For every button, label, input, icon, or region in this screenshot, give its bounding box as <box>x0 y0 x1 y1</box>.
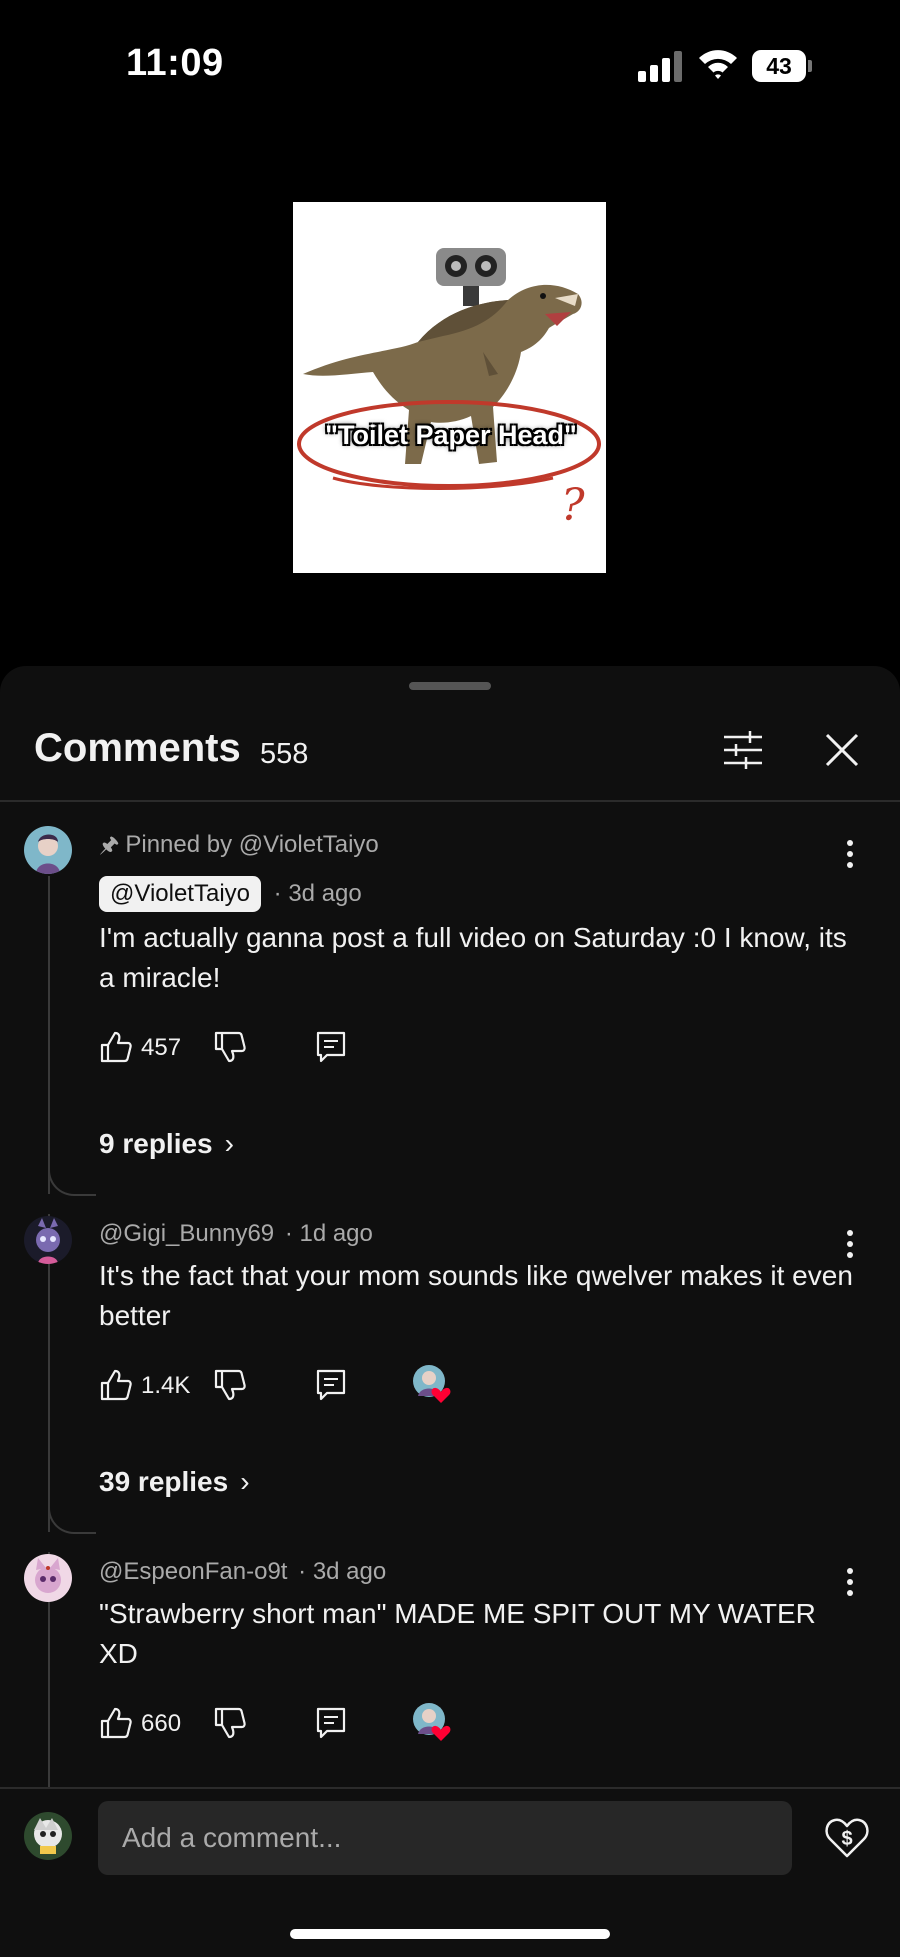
comments-sheet: Comments 558 🖈︎ Pinned by @VioletTaiyo @V… <box>0 666 900 1957</box>
author-handle[interactable]: @VioletTaiyo <box>99 876 261 912</box>
cellular-signal-icon <box>638 50 684 82</box>
author-handle[interactable]: @Gigi_Bunny69 <box>99 1220 274 1247</box>
comment-time: · 3d ago <box>273 880 362 907</box>
view-replies-button[interactable]: 39 replies › <box>99 1466 250 1498</box>
drag-handle[interactable] <box>409 682 491 690</box>
battery-icon: 43 <box>752 50 812 82</box>
thread-curve <box>48 1166 96 1196</box>
like-icon[interactable] <box>99 1030 133 1064</box>
comment-input[interactable] <box>98 1801 792 1875</box>
thread-line <box>48 876 50 1194</box>
header-divider <box>0 800 900 802</box>
comment-time: · 1d ago <box>284 1220 373 1247</box>
creator-heart-icon <box>413 1703 451 1741</box>
like-count: 457 <box>141 1034 182 1061</box>
reply-icon[interactable] <box>315 1368 347 1402</box>
author-handle[interactable]: @EspeonFan-o9t <box>99 1558 287 1585</box>
avatar[interactable] <box>24 826 72 874</box>
comments-count: 558 <box>260 738 309 770</box>
wifi-icon <box>699 50 737 79</box>
like-icon[interactable] <box>99 1368 133 1402</box>
status-time: 11:09 <box>126 42 224 84</box>
sliders-icon[interactable] <box>722 730 764 770</box>
dislike-icon[interactable] <box>213 1030 247 1064</box>
reply-icon[interactable] <box>315 1030 347 1064</box>
like-icon[interactable] <box>99 1706 133 1740</box>
comment-header: @Gigi_Bunny69 · 1d ago <box>99 1220 373 1248</box>
comment-header: @VioletTaiyo · 3d ago <box>99 876 362 912</box>
comment-text: It's the fact that your mom sounds like … <box>99 1260 853 1331</box>
avatar[interactable] <box>24 1554 72 1602</box>
like-count: 1.4K <box>141 1372 191 1399</box>
thread-curve <box>48 1504 96 1534</box>
pinned-label: 🖈︎ Pinned by @VioletTaiyo <box>99 831 379 858</box>
avatar[interactable] <box>24 1216 72 1264</box>
super-thanks-icon[interactable]: $ <box>824 1815 870 1859</box>
close-icon[interactable] <box>824 732 860 768</box>
chevron-right-icon: › <box>240 1466 250 1497</box>
status-bar: 11:09 43 <box>0 0 900 130</box>
pin-icon: 🖈︎ <box>99 832 120 857</box>
dinosaur-illustration <box>297 248 601 490</box>
question-mark: ? <box>561 480 585 531</box>
like-count: 660 <box>141 1710 182 1737</box>
comment-text: "Strawberry short man" MADE ME SPIT OUT … <box>99 1598 816 1669</box>
creator-heart-icon <box>413 1365 451 1403</box>
thumbnail-caption: "Toilet Paper Head" <box>325 420 577 450</box>
comment-text: I'm actually ganna post a full video on … <box>99 922 847 993</box>
battery-level: 43 <box>766 53 792 79</box>
more-options-icon[interactable] <box>842 838 858 870</box>
video-player[interactable]: "Toilet Paper Head" ? <box>293 202 606 573</box>
comment-header: @EspeonFan-o9t · 3d ago <box>99 1558 386 1586</box>
home-indicator[interactable] <box>290 1929 610 1939</box>
comments-title: Comments <box>34 726 241 770</box>
dislike-icon[interactable] <box>213 1368 247 1402</box>
comment-time: · 3d ago <box>298 1558 387 1585</box>
reply-icon[interactable] <box>315 1706 347 1740</box>
user-avatar[interactable] <box>24 1812 72 1860</box>
svg-text:$: $ <box>841 1828 852 1850</box>
chevron-right-icon: › <box>224 1128 234 1159</box>
dislike-icon[interactable] <box>213 1706 247 1740</box>
view-replies-button[interactable]: 9 replies › <box>99 1128 234 1160</box>
